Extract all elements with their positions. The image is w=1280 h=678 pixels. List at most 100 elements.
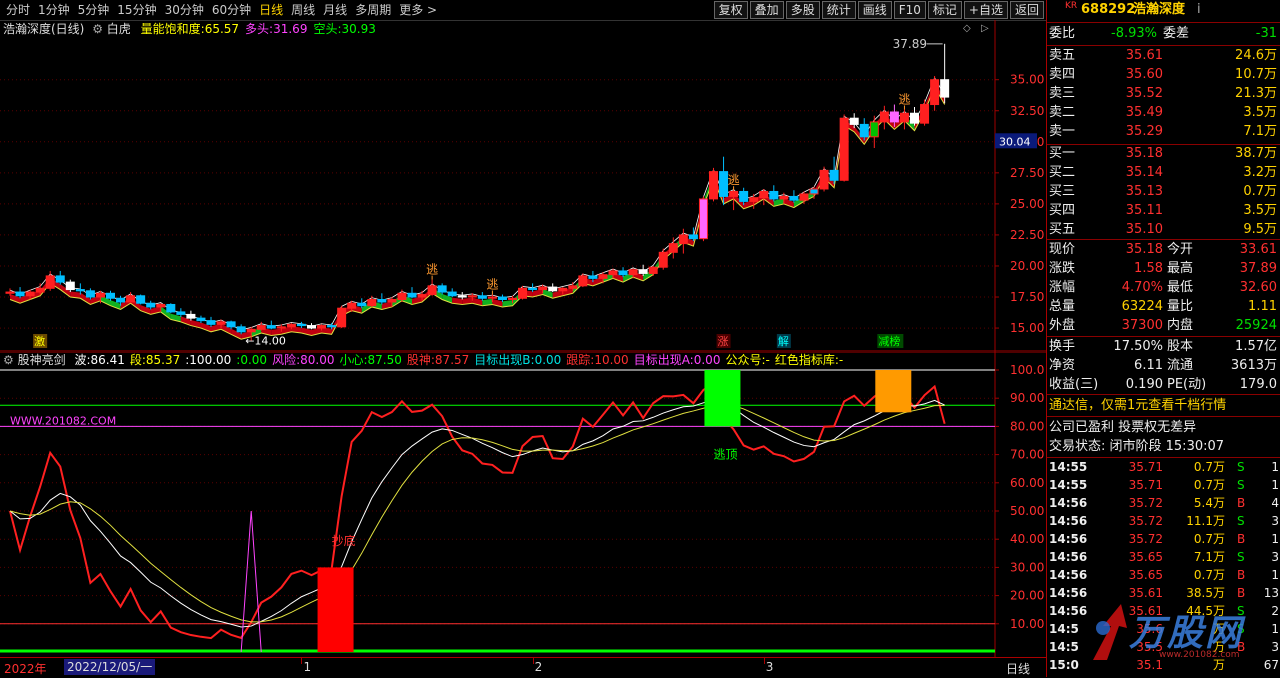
candle <box>940 79 950 98</box>
candle <box>889 111 899 123</box>
y-tick-label: 32.50 <box>1010 104 1044 118</box>
period-tab-3[interactable]: 15分钟 <box>113 0 160 20</box>
toolbar-button-6[interactable]: 标记 <box>927 1 962 19</box>
candle <box>387 299 397 303</box>
period-tab-8[interactable]: 月线 <box>319 0 351 20</box>
period-tab-0[interactable]: 分时 <box>2 0 34 20</box>
indicator-line-white <box>9 398 945 628</box>
period-tab-4[interactable]: 30分钟 <box>161 0 208 20</box>
candle <box>136 295 146 304</box>
period-tab-7[interactable]: 周线 <box>287 0 319 20</box>
candle <box>65 281 75 291</box>
candle <box>809 188 819 195</box>
candle <box>447 291 457 297</box>
y-tick-label: 17.50 <box>1010 290 1044 304</box>
ind-y-tick-label: 10.00 <box>1010 617 1044 631</box>
candle <box>35 287 45 293</box>
signal-badge-text: 减榜 <box>878 334 900 348</box>
signal-label: 逃 <box>486 278 498 292</box>
period-label[interactable]: 日线 <box>1006 660 1030 677</box>
candle <box>739 190 749 202</box>
candle <box>407 292 417 298</box>
candle <box>397 292 407 301</box>
candle <box>568 285 578 289</box>
high-price-label: 37.89 <box>893 37 927 51</box>
candle <box>789 195 799 201</box>
ask-row-5[interactable]: 卖五 35.61 24.6万 <box>1047 47 1280 65</box>
toolbar-button-8[interactable]: 返回 <box>1009 1 1044 19</box>
ask-row-4[interactable]: 卖四 35.60 10.7万 <box>1047 66 1280 84</box>
bid-row-5[interactable]: 买五 35.10 9.5万 <box>1047 221 1280 239</box>
candle <box>186 313 196 319</box>
candle <box>658 251 668 268</box>
candle <box>337 307 347 328</box>
warning-block <box>875 370 912 413</box>
candle <box>688 234 698 240</box>
indicator-chart[interactable]: 100.0 90.00 80.00 70.00 60.00 50.00 40.00 30.00… <box>0 352 1046 657</box>
candle <box>879 111 889 123</box>
candle <box>518 287 528 299</box>
candle <box>256 325 266 330</box>
candle <box>236 326 246 333</box>
month-tick <box>301 658 303 664</box>
bid-row-4[interactable]: 买四 35.11 3.5万 <box>1047 202 1280 220</box>
candle <box>296 323 306 327</box>
candle <box>216 321 226 325</box>
toolbar-button-3[interactable]: 统计 <box>821 1 856 19</box>
kr-tag: KR <box>1065 1 1078 11</box>
candle <box>638 269 648 274</box>
info-icon[interactable]: i <box>1197 1 1201 19</box>
candle <box>166 303 176 313</box>
ad-banner[interactable]: 通达信，仅需1元查看千档行情 <box>1047 397 1280 415</box>
company-note: 公司已盈利 投票权无差异 <box>1049 420 1197 435</box>
ind-y-tick-label: 40.00 <box>1010 532 1044 546</box>
bid-row-2[interactable]: 买二 35.14 3.2万 <box>1047 164 1280 182</box>
ind-y-tick-label: 80.00 <box>1010 419 1044 433</box>
period-tab-1[interactable]: 1分钟 <box>34 0 74 20</box>
candle <box>477 295 487 299</box>
ask-row-3[interactable]: 卖三 35.52 21.3万 <box>1047 85 1280 103</box>
candle <box>839 117 849 181</box>
toolbar-button-7[interactable]: +自选 <box>963 1 1008 19</box>
indicator-line-yellow <box>9 403 945 623</box>
bid-row-1[interactable]: 买一 35.18 38.7万 <box>1047 145 1280 163</box>
period-tab-5[interactable]: 60分钟 <box>208 0 255 20</box>
y-tick-label: 20.00 <box>1010 259 1044 273</box>
stat-row-0: 现价 35.18 今开 33.61 <box>1049 242 1277 257</box>
toolbar-button-2[interactable]: 多股 <box>785 1 820 19</box>
bid-row-3[interactable]: 买三 35.13 0.7万 <box>1047 183 1280 201</box>
candle <box>347 302 357 309</box>
main-candlestick-chart[interactable]: 35.0032.5030.0027.5025.0022.5020.0017.50… <box>0 20 1046 352</box>
candle <box>920 104 930 124</box>
period-tab-6[interactable]: 日线 <box>255 0 287 20</box>
candle <box>719 171 729 197</box>
weibi-value: -8.93% <box>1111 26 1157 41</box>
candle <box>759 190 769 199</box>
candle <box>829 169 839 181</box>
ask-row-2[interactable]: 卖二 35.49 3.5万 <box>1047 104 1280 122</box>
stat2-row-2: 收益(三) 0.190 PE(动) 179.0 <box>1049 377 1277 392</box>
ind-y-tick-label: 30.00 <box>1010 560 1044 574</box>
candle <box>869 121 879 138</box>
candle <box>648 266 658 274</box>
spike-line <box>240 510 262 653</box>
candle <box>930 79 940 106</box>
candle <box>528 287 538 291</box>
candle <box>85 290 95 298</box>
signal-label: 逃 <box>898 93 910 107</box>
ask-row-1[interactable]: 卖一 35.29 7.1万 <box>1047 123 1280 141</box>
toolbar-button-5[interactable]: F10 <box>893 1 926 19</box>
weicha-value: -31 <box>1255 26 1277 41</box>
candle <box>588 275 598 279</box>
period-tab-10[interactable]: 更多 > <box>395 0 441 20</box>
toolbar-button-4[interactable]: 画线 <box>857 1 892 19</box>
low-price-label: ←14.00 <box>245 334 286 347</box>
toolbar-button-1[interactable]: 叠加 <box>749 1 784 19</box>
candle <box>226 321 236 328</box>
period-tab-2[interactable]: 5分钟 <box>74 0 114 20</box>
tick-row: 14:56 35.72 0.7万 B 1 <box>1049 532 1279 546</box>
candle <box>307 325 316 329</box>
toolbar-button-0[interactable]: 复权 <box>713 1 748 19</box>
period-tab-9[interactable]: 多周期 <box>351 0 395 20</box>
tick-row: 14:55 35.71 0.7万 S 1 <box>1049 460 1279 474</box>
